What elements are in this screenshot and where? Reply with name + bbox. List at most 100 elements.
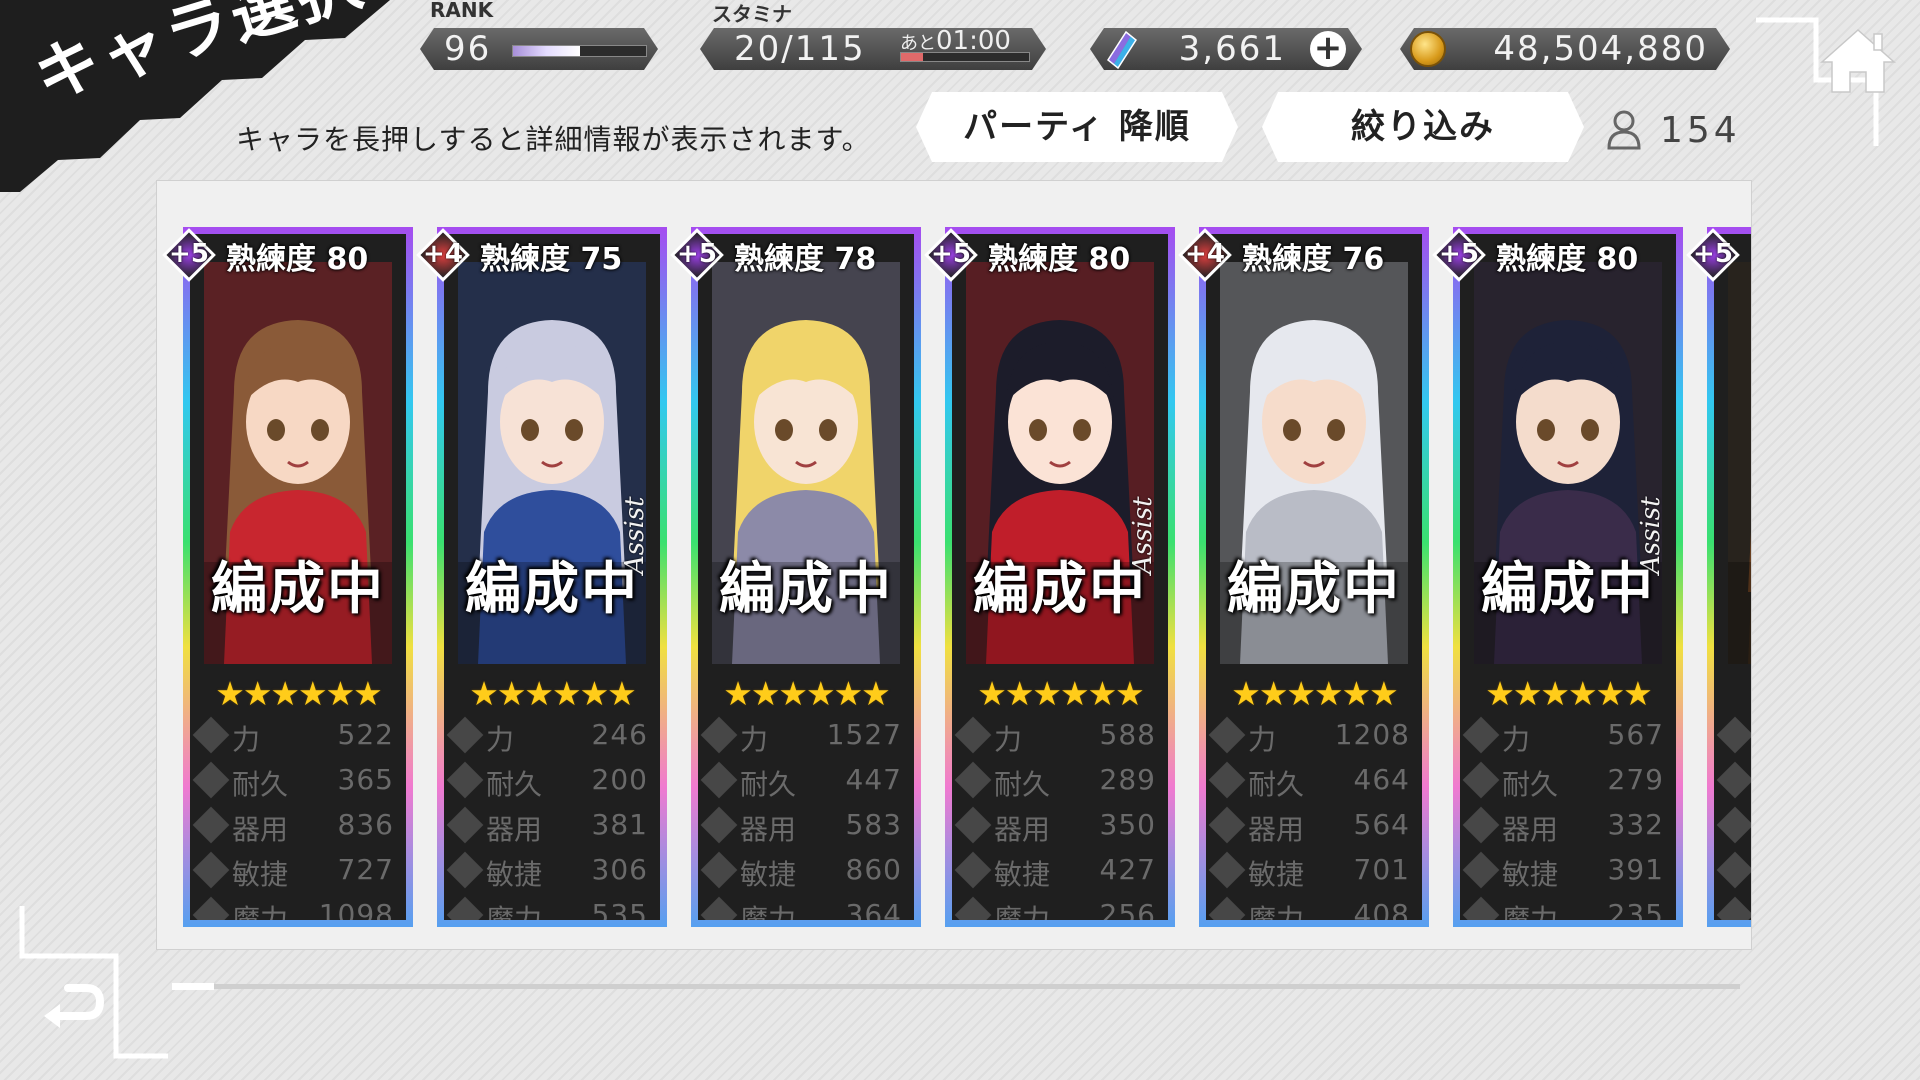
stat-row: 敏捷 [1716, 849, 1751, 894]
stat-value: 256 [1099, 898, 1156, 920]
in-party-label: 編成中 [1227, 557, 1401, 622]
stat-icon [446, 716, 484, 754]
stat-value: 391 [1607, 853, 1664, 886]
stat-name: 敏捷 [486, 858, 543, 891]
character-card[interactable]: 熟練度 76 編成中 ★★★★★★ 力 1208 耐久 464 器用 564 敏捷 701 魔力… [1178, 227, 1429, 927]
limit-break-value: +5 [1693, 239, 1733, 269]
card-body: 熟練度 80 Assist 編成中 ★★★★★★ 力 567 耐久 279 器用 332 敏… [1460, 234, 1676, 920]
stat-name: 魔力 [740, 903, 797, 920]
stat-icon [1208, 851, 1246, 889]
stat-icon [700, 896, 738, 920]
stat-name: 敏捷 [1502, 858, 1559, 891]
stat-value: 836 [337, 808, 394, 841]
card-body: 熟練度 78 編成中 ★★★★★★ 力 1527 耐久 447 器用 583 敏捷 860 魔力… [698, 234, 914, 920]
home-button[interactable] [1818, 26, 1898, 100]
stat-name: 敏捷 [232, 858, 289, 891]
rank-progress-bar [512, 45, 647, 57]
stat-icon [1716, 851, 1751, 889]
stat-value: 588 [1099, 718, 1156, 751]
stat-icon [1462, 761, 1500, 799]
stat-icon [446, 761, 484, 799]
limit-break-badge: +5 [162, 228, 216, 282]
proficiency-label: 熟練度 80 [988, 242, 1131, 277]
limit-break-badge: +4 [416, 228, 470, 282]
proficiency-label: 熟練度 75 [480, 242, 623, 277]
stamina-label: スタミナ [712, 2, 792, 26]
character-card[interactable]: 熟練度 80 Assist 編成中 ★★★★★★ 力 567 耐久 279 器用 332 敏… [1432, 227, 1683, 927]
stat-row: 力 1208 [1208, 714, 1416, 759]
character-list-panel[interactable]: 熟練度 80 編成中 ★★★★★★ 力 522 耐久 365 器用 836 敏捷 727 魔力 1… [156, 180, 1752, 950]
stamina-timer-prefix: あと [900, 33, 936, 54]
stat-name: 耐久 [1502, 768, 1559, 801]
character-card[interactable]: 編 ★ 力耐久器用敏捷魔力 +5 [1686, 227, 1751, 927]
stat-row: 敏捷 860 [700, 849, 908, 894]
character-count: 154 [1660, 110, 1741, 151]
add-crystals-button[interactable]: + [1310, 31, 1346, 67]
stat-row: 魔力 408 [1208, 894, 1416, 920]
rarity-stars: ★★★★★★ [723, 674, 891, 713]
stat-list: 力 567 耐久 279 器用 332 敏捷 391 魔力 235 [1462, 714, 1670, 920]
stat-value: 332 [1607, 808, 1664, 841]
stamina-progress-bar [900, 52, 1030, 62]
stat-row: 魔力 535 [446, 894, 654, 920]
stat-icon [1208, 716, 1246, 754]
stat-value: 522 [337, 718, 394, 751]
character-card[interactable]: 熟練度 78 編成中 ★★★★★★ 力 1527 耐久 447 器用 583 敏捷 860 魔力… [670, 227, 921, 927]
stat-row: 力 522 [192, 714, 400, 759]
stat-name: 敏捷 [740, 858, 797, 891]
filter-button[interactable]: 絞り込み [1262, 92, 1584, 162]
scrollbar-thumb[interactable] [172, 983, 214, 990]
stat-row: 魔力 [1716, 894, 1751, 920]
stat-row: 敏捷 427 [954, 849, 1162, 894]
crystal-count: 3,661 [1178, 29, 1286, 69]
stat-value: 289 [1099, 763, 1156, 796]
stat-row: 敏捷 701 [1208, 849, 1416, 894]
stat-row: 耐久 279 [1462, 759, 1670, 804]
rarity-stars: ★★★★★★ [469, 674, 637, 713]
limit-break-value: +4 [423, 239, 463, 269]
character-card[interactable]: 熟練度 80 編成中 ★★★★★★ 力 522 耐久 365 器用 836 敏捷 727 魔力 1… [162, 227, 413, 927]
person-icon [1607, 110, 1641, 150]
stat-name: 力 [1248, 723, 1277, 756]
stat-icon [1462, 716, 1500, 754]
stat-name: 器用 [994, 813, 1051, 846]
stat-row: 器用 350 [954, 804, 1162, 849]
stat-icon [446, 806, 484, 844]
stat-list: 力耐久器用敏捷魔力 [1716, 714, 1751, 920]
stat-list: 力 588 耐久 289 器用 350 敏捷 427 魔力 256 [954, 714, 1162, 920]
back-button[interactable] [16, 906, 176, 1070]
stat-name: 敏捷 [1248, 858, 1305, 891]
stat-row: 魔力 235 [1462, 894, 1670, 920]
stat-icon [1208, 806, 1246, 844]
rank-label: RANK [430, 0, 494, 22]
limit-break-badge: +5 [1686, 228, 1740, 282]
coin-count: 48,504,880 [1493, 29, 1708, 69]
rarity-stars: ★★★★★★ [1485, 674, 1653, 713]
stat-icon [700, 806, 738, 844]
stat-row: 耐久 [1716, 759, 1751, 804]
stat-icon [1462, 896, 1500, 920]
stat-value: 246 [591, 718, 648, 751]
stamina-value: 20/115 [734, 29, 866, 69]
horizontal-scrollbar[interactable] [172, 983, 1740, 990]
sort-button[interactable]: パーティ 降順 [916, 92, 1238, 162]
crystal-bar: 3,661 + [1090, 28, 1362, 70]
rarity-stars: ★★★★★★ [1231, 674, 1399, 713]
character-card[interactable]: 熟練度 75 Assist 編成中 ★★★★★★ 力 246 耐久 200 器用 381 敏… [416, 227, 667, 927]
stat-name: 耐久 [1248, 768, 1305, 801]
stat-value: 567 [1607, 718, 1664, 751]
long-press-hint: キャラを長押しすると詳細情報が表示されます。 [236, 123, 871, 156]
stat-value: 350 [1099, 808, 1156, 841]
stat-list: 力 246 耐久 200 器用 381 敏捷 306 魔力 535 [446, 714, 654, 920]
stat-name: 力 [486, 723, 515, 756]
stat-value: 447 [845, 763, 902, 796]
stat-row: 器用 [1716, 804, 1751, 849]
stat-icon [192, 806, 230, 844]
limit-break-badge: +5 [1432, 228, 1486, 282]
in-party-label: 編成中 [211, 557, 385, 622]
stat-icon [954, 896, 992, 920]
character-card[interactable]: 熟練度 80 Assist 編成中 ★★★★★★ 力 588 耐久 289 器用 350 敏… [924, 227, 1175, 927]
stat-value: 365 [337, 763, 394, 796]
stat-name: 力 [1502, 723, 1531, 756]
stat-row: 耐久 200 [446, 759, 654, 804]
